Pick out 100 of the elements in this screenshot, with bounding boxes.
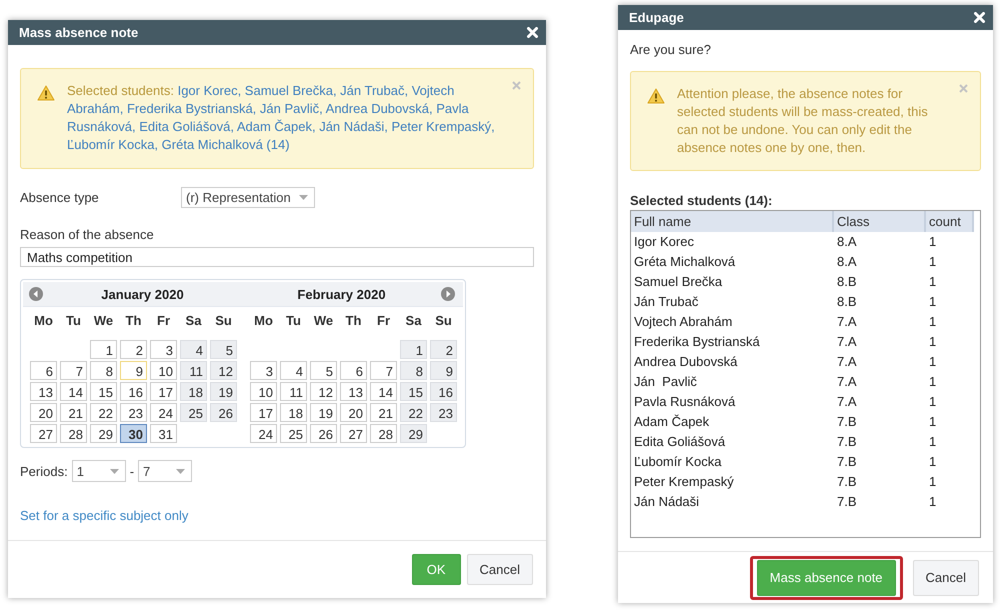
- calendar-day[interactable]: 1: [90, 340, 117, 359]
- calendar-day[interactable]: 7: [370, 361, 397, 380]
- cancel-button[interactable]: Cancel: [466, 554, 533, 585]
- calendar-day[interactable]: 20: [340, 403, 367, 422]
- calendar-day[interactable]: 27: [30, 424, 57, 443]
- calendar-day[interactable]: 9: [430, 361, 457, 380]
- calendar-day[interactable]: 14: [60, 382, 87, 401]
- calendar-day[interactable]: 24: [150, 403, 177, 422]
- next-icon[interactable]: [441, 287, 455, 301]
- calendar-day[interactable]: 11: [180, 361, 207, 380]
- calendar-day[interactable]: 27: [340, 424, 367, 443]
- calendar-day[interactable]: 15: [90, 382, 117, 401]
- calendar-day[interactable]: 30: [120, 424, 147, 443]
- warning-icon: [647, 88, 665, 104]
- weekday-label: Fr: [376, 312, 391, 330]
- column-header[interactable]: Class: [834, 211, 926, 232]
- calendar-day[interactable]: 12: [210, 361, 237, 380]
- table-cell-text: 7.A: [836, 353, 858, 371]
- calendar-day[interactable]: 28: [370, 424, 397, 443]
- calendar-day[interactable]: 26: [310, 424, 337, 443]
- calendar-day[interactable]: 13: [340, 382, 367, 401]
- calendar-day[interactable]: 4: [280, 361, 307, 380]
- table-cell-text: Samuel Brečka: [633, 273, 724, 291]
- calendar-day[interactable]: 12: [310, 382, 337, 401]
- calendar-day[interactable]: 17: [150, 382, 177, 401]
- table-cell-text: Igor Korec: [633, 233, 695, 251]
- column-header[interactable]: Full name: [631, 211, 834, 232]
- calendar-day[interactable]: 25: [180, 403, 207, 422]
- calendar-day[interactable]: 28: [60, 424, 87, 443]
- table-title: Selected students (14):: [630, 193, 774, 208]
- table-cell-text: 7.B: [836, 493, 858, 511]
- calendar-day[interactable]: 1: [400, 340, 427, 359]
- calendar-day[interactable]: 29: [400, 424, 427, 443]
- calendar-day[interactable]: 8: [90, 361, 117, 380]
- calendar-day[interactable]: 16: [120, 382, 147, 401]
- weekday-label: We: [92, 312, 114, 330]
- calendar-day[interactable]: 13: [30, 382, 57, 401]
- column-header[interactable]: count: [926, 211, 974, 232]
- calendar-day[interactable]: 20: [30, 403, 57, 422]
- caret-icon: [298, 195, 308, 200]
- calendar-day[interactable]: 16: [430, 382, 457, 401]
- calendar-day[interactable]: 24: [250, 424, 277, 443]
- calendar-day[interactable]: 4: [180, 340, 207, 359]
- table-cell-text: Ľubomír Kocka: [633, 453, 722, 471]
- calendar-day[interactable]: 21: [370, 403, 397, 422]
- calendar-day[interactable]: 6: [30, 361, 57, 380]
- table-cell-text: 1: [928, 433, 938, 451]
- calendar-day[interactable]: 18: [280, 403, 307, 422]
- calendar-day[interactable]: 23: [430, 403, 457, 422]
- calendar-day[interactable]: 14: [370, 382, 397, 401]
- month-title: February 2020: [296, 286, 387, 302]
- previous-icon[interactable]: [29, 287, 43, 301]
- table-cell-text: 8.A: [836, 233, 858, 251]
- table-cell-text: 1: [928, 453, 938, 471]
- calendar-day[interactable]: 9: [120, 361, 147, 380]
- calendar-day[interactable]: 29: [90, 424, 117, 443]
- period-from-select[interactable]: 1: [72, 460, 126, 482]
- calendar-day[interactable]: 18: [180, 382, 207, 401]
- calendar-day[interactable]: 17: [250, 403, 277, 422]
- calendar-day[interactable]: 7: [60, 361, 87, 380]
- period-to-select[interactable]: 7: [138, 460, 192, 482]
- table-cell-text: Andrea Dubovská: [633, 353, 738, 371]
- calendar-day[interactable]: 10: [250, 382, 277, 401]
- calendar-day[interactable]: 2: [430, 340, 457, 359]
- calendar-day[interactable]: 5: [310, 361, 337, 380]
- calendar-day[interactable]: 3: [250, 361, 277, 380]
- table-cell-text: 7.A: [836, 373, 858, 391]
- calendar-day[interactable]: 25: [280, 424, 307, 443]
- month-title: January 2020: [100, 286, 185, 302]
- calendar-day[interactable]: 23: [120, 403, 147, 422]
- reason-input[interactable]: Maths competition: [20, 247, 534, 267]
- calendar-day[interactable]: 15: [400, 382, 427, 401]
- calendar-day[interactable]: 3: [150, 340, 177, 359]
- calendar-day[interactable]: 31: [150, 424, 177, 443]
- range-separator: -: [130, 464, 134, 478]
- table-cell-text: 1: [928, 413, 938, 431]
- calendar-day[interactable]: 8: [400, 361, 427, 380]
- weekday-label: Su: [214, 312, 233, 330]
- cancel-button[interactable]: Cancel: [912, 560, 979, 596]
- table-cell-text: 8.B: [836, 273, 858, 291]
- calendar-day[interactable]: 22: [400, 403, 427, 422]
- calendar-day[interactable]: 19: [310, 403, 337, 422]
- subject-link[interactable]: Set for a specific subject only: [20, 508, 188, 523]
- calendar-day[interactable]: 11: [280, 382, 307, 401]
- calendar-day[interactable]: 6: [340, 361, 367, 380]
- calendar-day[interactable]: 10: [150, 361, 177, 380]
- table-cell-text: Ján Trubač: [633, 293, 700, 311]
- calendar-day[interactable]: 19: [210, 382, 237, 401]
- calendar-day[interactable]: 2: [120, 340, 147, 359]
- calendar-day[interactable]: 5: [210, 340, 237, 359]
- weekday-label: Tu: [285, 312, 302, 330]
- warning-icon: [37, 85, 55, 101]
- table-cell-text: Ján Pavlič: [633, 373, 698, 391]
- table-cell-text: Edita Goliášová: [633, 433, 726, 451]
- absence-type-label: Absence type: [20, 190, 100, 205]
- calendar-day[interactable]: 22: [90, 403, 117, 422]
- reason-label: Reason of the absence: [20, 227, 155, 242]
- absence-type-select[interactable]: (r) Representation: [181, 187, 315, 208]
- calendar-day[interactable]: 21: [60, 403, 87, 422]
- calendar-day[interactable]: 26: [210, 403, 237, 422]
